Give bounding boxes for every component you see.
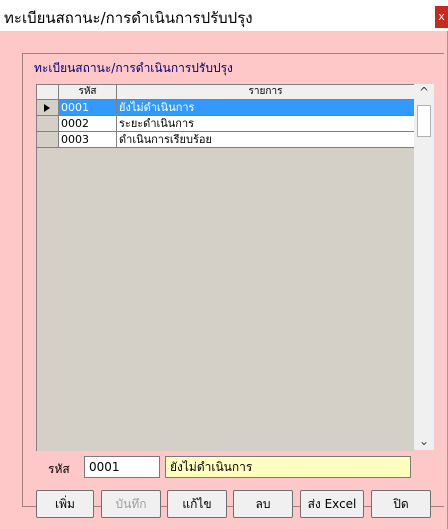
cell-desc[interactable]: ยังไม่ดำเนินการ — [117, 100, 415, 116]
table-row[interactable]: 0002 ระยะดำเนินการ — [37, 116, 415, 132]
title-bar: ทะเบียนสถานะ/การดำเนินการปรับปรุง x — [0, 0, 448, 31]
column-header-code[interactable]: รหัส — [59, 85, 117, 99]
client-area: ทะเบียนสถานะ/การดำเนินการปรับปรุง รหัส ร… — [0, 31, 448, 529]
row-indicator[interactable] — [37, 100, 59, 116]
row-indicator[interactable] — [37, 116, 59, 132]
add-button[interactable]: เพิ่ม — [36, 490, 94, 518]
table-row[interactable]: 0003 ดำเนินการเรียบร้อย — [37, 132, 415, 148]
scroll-down-icon[interactable]: ⌄ — [414, 433, 434, 450]
data-grid[interactable]: รหัส รายการ 0001 ยังไม่ดำเนินการ 0002 ระ… — [36, 84, 415, 451]
save-button[interactable]: บันทึก — [101, 490, 161, 518]
vertical-scrollbar[interactable]: ^ ⌄ — [414, 84, 434, 450]
code-label: รหัส — [48, 462, 70, 476]
cell-desc[interactable]: ระยะดำเนินการ — [117, 116, 415, 132]
scroll-thumb[interactable] — [417, 105, 431, 137]
delete-button[interactable]: ลบ — [233, 490, 293, 518]
description-field[interactable]: ยังไม่ดำเนินการ — [165, 456, 411, 478]
cell-code[interactable]: 0001 — [59, 100, 117, 116]
close-button[interactable]: ปิด — [371, 490, 431, 518]
table-row[interactable]: 0001 ยังไม่ดำเนินการ — [37, 100, 415, 116]
cell-code[interactable]: 0003 — [59, 132, 117, 148]
scroll-up-icon[interactable]: ^ — [414, 84, 434, 101]
window-title: ทะเบียนสถานะ/การดำเนินการปรับปรุง — [4, 9, 253, 27]
column-header-desc[interactable]: รายการ — [117, 85, 415, 99]
row-indicator[interactable] — [37, 132, 59, 148]
grid-header: รหัส รายการ — [37, 85, 415, 100]
current-row-arrow-icon — [44, 104, 50, 112]
close-window-button[interactable]: x — [435, 6, 448, 28]
edit-button[interactable]: แก้ไข — [167, 490, 227, 518]
panel-caption: ทะเบียนสถานะ/การดำเนินการปรับปรุง — [34, 59, 235, 78]
cell-desc[interactable]: ดำเนินการเรียบร้อย — [117, 132, 415, 148]
app-window: ทะเบียนสถานะ/การดำเนินการปรับปรุง x ทะเบ… — [0, 0, 448, 529]
grid-corner — [37, 85, 59, 99]
export-excel-button[interactable]: ส่ง Excel — [300, 490, 364, 518]
cell-code[interactable]: 0002 — [59, 116, 117, 132]
code-field[interactable]: 0001 — [84, 456, 160, 478]
